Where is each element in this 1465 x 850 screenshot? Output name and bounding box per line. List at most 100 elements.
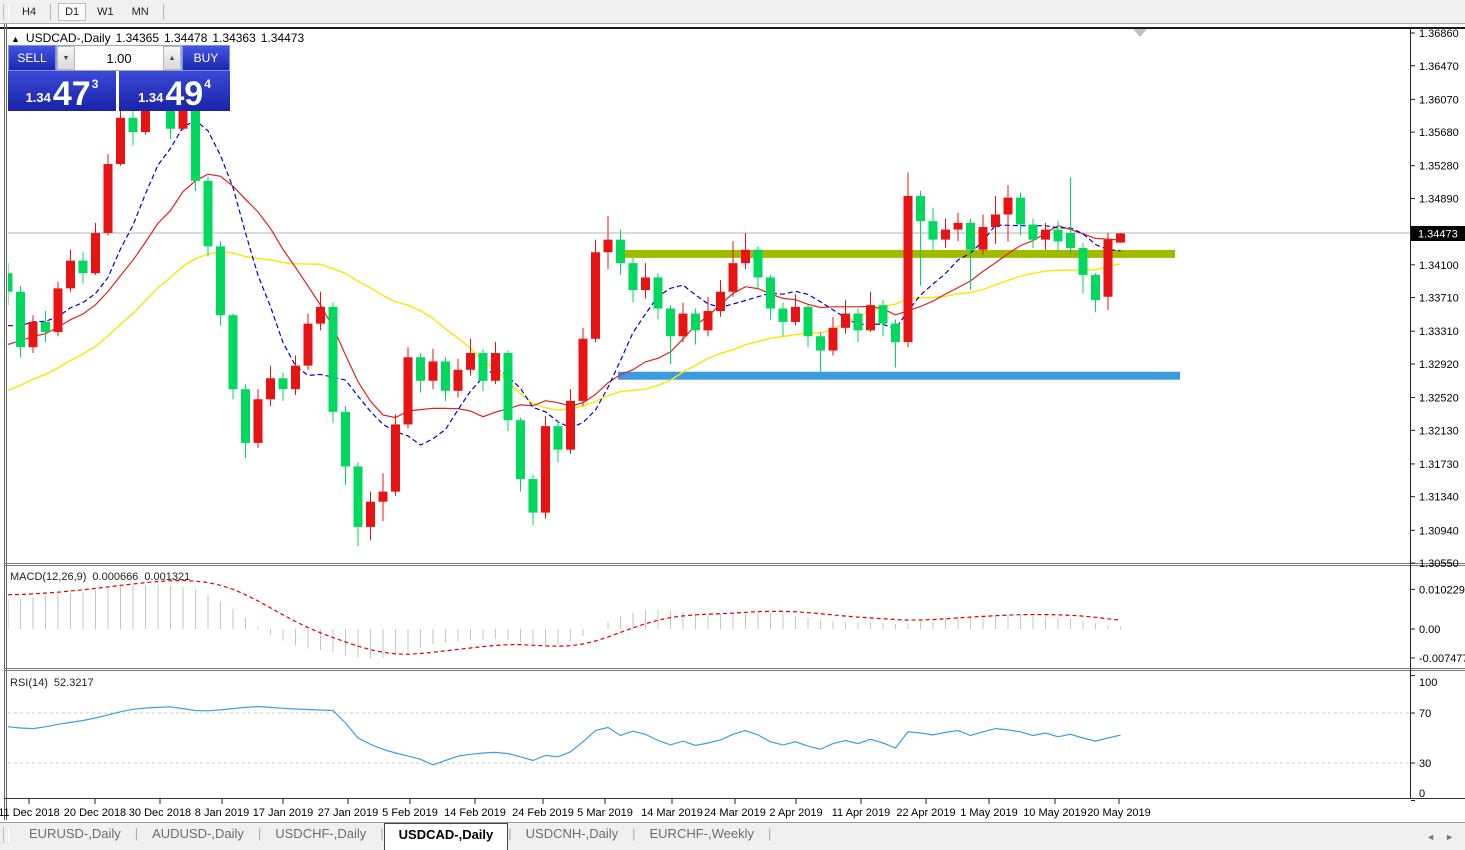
candle xyxy=(541,426,550,513)
rsi-value: 52.3217 xyxy=(54,677,94,689)
chart-tab-bar: EURUSD-,Daily|AUDUSD-,Daily|USDCHF-,Dail… xyxy=(0,822,1465,850)
time-tick-label: 5 Mar 2019 xyxy=(577,807,633,819)
collapse-arrow-icon[interactable]: ▲ xyxy=(11,34,20,44)
time-tick-label: 24 Feb 2019 xyxy=(512,807,574,819)
rsi-axis-label: 0 xyxy=(1419,788,1425,800)
candle xyxy=(241,389,250,443)
candle xyxy=(904,196,913,342)
time-tick-label: 2 Apr 2019 xyxy=(769,807,822,819)
buy-price-box[interactable]: 1.34 49 4 xyxy=(119,71,230,111)
candle xyxy=(391,424,400,491)
macd-label: MACD(12,26,9)0.0006660.001321 xyxy=(10,571,196,583)
rsi-label: RSI(14) 52.3217 xyxy=(10,677,100,689)
chart-tab-usdcad[interactable]: USDCAD-,Daily xyxy=(384,823,509,850)
candle xyxy=(1041,230,1050,240)
candle xyxy=(116,118,125,164)
volume-input[interactable]: 1.00 xyxy=(75,46,163,70)
chart-tab-eurchf[interactable]: EURCHF-,Weekly xyxy=(636,823,769,850)
chart-tab-usdcnh[interactable]: USDCNH-,Daily xyxy=(512,823,632,850)
candle xyxy=(529,479,538,513)
candle xyxy=(16,292,25,347)
candle xyxy=(754,250,763,278)
candle xyxy=(1066,233,1075,248)
chart-tab-eurusd[interactable]: EURUSD-,Daily xyxy=(15,823,135,850)
timeframe-button-mn[interactable]: MN xyxy=(125,3,156,21)
price-tick-label: 1.35680 xyxy=(1419,127,1459,139)
candle xyxy=(454,370,463,391)
tab-scroll-right-button[interactable]: ► xyxy=(1440,830,1459,844)
ma-mid-line xyxy=(8,174,1121,417)
candle xyxy=(129,118,138,132)
chart-tab-audusd[interactable]: AUDUSD-,Daily xyxy=(138,823,258,850)
candle xyxy=(1016,198,1025,225)
timeframe-button-w1[interactable]: W1 xyxy=(90,3,121,21)
candle xyxy=(79,261,88,274)
candle xyxy=(729,263,738,292)
candle xyxy=(204,181,213,247)
price-tick-label: 1.30940 xyxy=(1419,525,1459,537)
candle xyxy=(91,233,100,273)
candle xyxy=(679,314,688,337)
rsi-axis-label: 30 xyxy=(1419,758,1431,770)
candle xyxy=(254,399,263,443)
macd-axis-label: 0.00 xyxy=(1419,624,1440,636)
time-tick-label: 24 Mar 2019 xyxy=(704,807,766,819)
tab-scroll-left-button[interactable]: ◄ xyxy=(1421,830,1440,844)
candle xyxy=(941,230,950,240)
price-tick-label: 1.30550 xyxy=(1419,558,1459,570)
price-tick-label: 1.35280 xyxy=(1419,161,1459,173)
volume-decrease-button[interactable]: ▼ xyxy=(57,46,75,70)
candle xyxy=(379,492,388,502)
timeframe-button-d1[interactable]: D1 xyxy=(58,3,86,21)
candle xyxy=(954,223,963,230)
candle xyxy=(979,227,988,250)
candle xyxy=(466,353,475,370)
time-tick-label: 5 Feb 2019 xyxy=(382,807,438,819)
candle xyxy=(866,305,875,330)
candle xyxy=(991,214,1000,227)
timeframe-button-h4[interactable]: H4 xyxy=(15,3,43,21)
sell-price-box[interactable]: 1.34 47 3 xyxy=(8,71,116,111)
price-tick-label: 1.32920 xyxy=(1419,359,1459,371)
buy-button[interactable]: BUY xyxy=(182,45,230,71)
chart-tab-usdchf[interactable]: USDCHF-,Daily xyxy=(261,823,380,850)
candle xyxy=(916,196,925,221)
price-tick-label: 1.32520 xyxy=(1419,393,1459,405)
candle xyxy=(504,353,513,420)
trade-controls-row: SELL ▼ 1.00 ▲ BUY xyxy=(8,45,230,71)
rsi-line xyxy=(8,707,1121,765)
time-tick-label: 30 Dec 2018 xyxy=(129,807,191,819)
sell-button[interactable]: SELL xyxy=(8,45,56,71)
time-tick-label: 22 Apr 2019 xyxy=(896,807,955,819)
tabbar-grip[interactable] xyxy=(3,827,9,843)
sell-price-main: 1.34 xyxy=(26,90,51,105)
candle xyxy=(566,401,575,450)
candle xyxy=(1029,225,1038,240)
candle xyxy=(654,277,663,308)
mt4-window: 1.368601.364701.360701.356801.352801.348… xyxy=(0,0,1465,850)
candle xyxy=(829,328,838,351)
volume-increase-button[interactable]: ▲ xyxy=(163,46,181,70)
candle xyxy=(704,311,713,330)
candle xyxy=(1116,234,1125,243)
candle xyxy=(304,324,313,366)
candle xyxy=(41,322,50,332)
candle xyxy=(854,314,863,331)
trade-prices-row: 1.34 47 3 1.34 49 4 xyxy=(8,71,230,111)
candle xyxy=(879,305,888,323)
buy-price-big: 49 xyxy=(165,79,203,109)
rsi-name: RSI(14) xyxy=(10,677,48,689)
support-line[interactable] xyxy=(618,372,1180,380)
toolbar-grip[interactable] xyxy=(3,4,9,20)
candle xyxy=(579,339,588,401)
chart-shift-marker-icon[interactable] xyxy=(1133,29,1147,37)
candle xyxy=(441,361,450,390)
candle xyxy=(691,314,700,331)
macd-axis-label: 0.010229 xyxy=(1419,584,1465,596)
candle xyxy=(891,324,900,342)
resistance-line[interactable] xyxy=(618,250,1175,258)
candle xyxy=(1004,198,1013,215)
time-tick-label: 27 Jan 2019 xyxy=(318,807,379,819)
candle xyxy=(66,261,75,289)
macd-value-main: 0.000666 xyxy=(92,571,138,583)
